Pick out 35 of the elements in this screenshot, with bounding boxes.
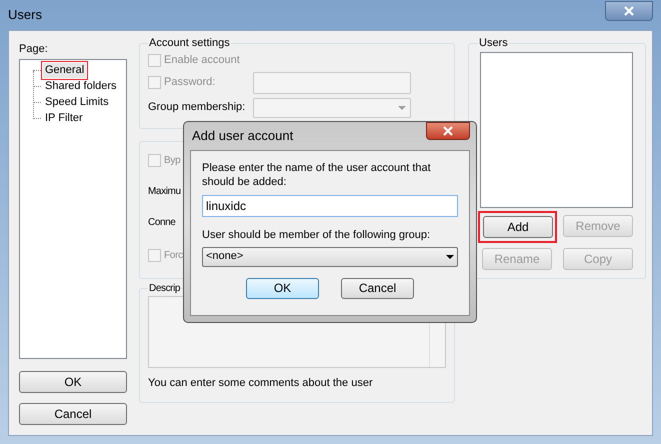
page-label: Page: — [19, 42, 49, 57]
dropdown-arrow-icon — [398, 106, 406, 110]
tree-item[interactable]: Speed Limits — [43, 95, 111, 110]
dialog-button[interactable]: Cancel — [19, 403, 127, 425]
description-hint: You can enter some comments about the user — [148, 376, 374, 391]
tree-item[interactable]: General — [43, 63, 86, 78]
checkbox-label: Enable account — [164, 53, 240, 68]
tree-item[interactable]: IP Filter — [43, 111, 85, 126]
users-list[interactable] — [480, 52, 633, 208]
password-field[interactable] — [253, 72, 411, 94]
dialog-title: Add user account — [191, 127, 294, 146]
group-title: Descrip — [148, 282, 182, 296]
checkbox-label: Forc — [164, 248, 183, 263]
window-title: Users — [8, 6, 42, 24]
group-membership-label: Group membership: — [148, 100, 246, 116]
close-icon — [443, 126, 453, 136]
dropdown-arrow-icon — [446, 254, 454, 258]
close-button[interactable] — [605, 1, 653, 21]
close-button[interactable] — [426, 122, 470, 140]
dialog-prompt: Please enter the name of the user account that should be added: — [202, 161, 432, 189]
group-title: Users — [478, 36, 509, 51]
group-title: Account settings — [148, 36, 231, 51]
username-field[interactable]: linuxidc — [202, 195, 458, 217]
group-label: User should be member of the following group: — [202, 228, 432, 243]
dialog-button[interactable]: Cancel — [341, 278, 414, 298]
setting-label: Maximu — [148, 184, 181, 198]
checkbox-label: Password: — [164, 75, 216, 90]
dialog-button[interactable]: OK — [246, 278, 319, 298]
setting-label: Conne — [148, 216, 176, 230]
dialog-button[interactable]: Add — [483, 216, 553, 238]
close-icon — [624, 6, 634, 16]
group-dropdown[interactable]: <none> — [202, 246, 458, 266]
dialog-button[interactable]: OK — [19, 371, 127, 393]
checkbox-label: Byp — [164, 154, 180, 168]
tree-item[interactable]: Shared folders — [43, 79, 119, 94]
